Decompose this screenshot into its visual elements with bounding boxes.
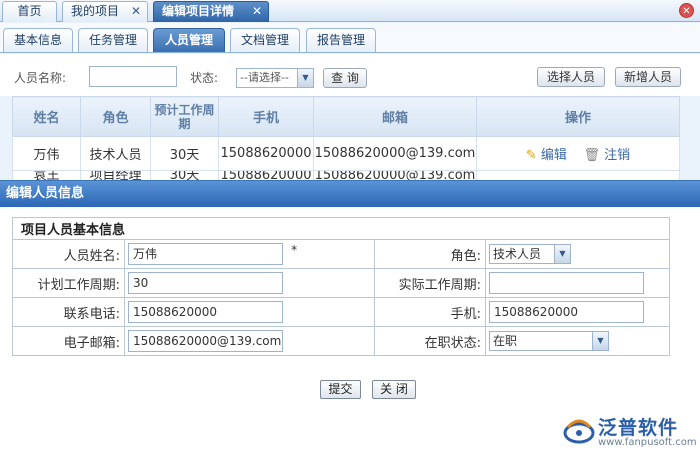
email-field-label: 电子邮箱: (12, 326, 125, 356)
edit-link[interactable]: 编辑 (541, 148, 567, 163)
actual-period-label: 实际工作周期: (374, 268, 486, 298)
person-form: 项目人员基本信息 人员姓名: 万伟 * 角色: 技术人员 ▼ 计划工作周期: 3… (12, 217, 670, 356)
name-field[interactable]: 万伟 (128, 243, 283, 265)
col-actions: 操作 (476, 96, 680, 137)
plan-period-field[interactable]: 30 (128, 272, 283, 294)
tab-edit-project-detail[interactable]: 编辑项目详情 ✕ (153, 1, 269, 22)
logo-text: 泛普软件 (598, 417, 679, 439)
chevron-down-icon: ▼ (554, 245, 570, 263)
logo-mark-icon (563, 419, 595, 444)
plan-period-label: 计划工作周期: (12, 268, 125, 298)
tab-home-label: 首页 (17, 4, 42, 18)
role-field-label: 角色: (374, 239, 486, 269)
tab-personnel-management[interactable]: 人员管理 (153, 28, 225, 52)
status-select[interactable]: --请选择-- ▼ (236, 68, 314, 88)
personnel-table: 姓名 角色 预计工作周期 手机 邮箱 操作 万伟 技术人员 30天 150886… (12, 96, 680, 182)
tab-task-management[interactable]: 任务管理 (78, 28, 148, 52)
chevron-down-icon: ▼ (592, 332, 608, 350)
close-button[interactable]: 关 闭 (372, 380, 416, 399)
logo-url: www.fanpusoft.com (598, 437, 697, 448)
col-email: 邮箱 (313, 96, 477, 137)
col-role: 角色 (80, 96, 151, 137)
actual-period-field[interactable] (489, 272, 644, 294)
name-search-input[interactable] (89, 66, 177, 87)
add-person-button[interactable]: 新增人员 (615, 67, 681, 87)
cell-phone: 15088620000 (218, 136, 314, 171)
tab-report-management[interactable]: 报告管理 (306, 28, 376, 52)
role-select[interactable]: 技术人员 ▼ (489, 244, 571, 264)
tab-my-projects-label: 我的项目 (71, 4, 120, 18)
cell-period: 30天 (150, 136, 219, 171)
query-button[interactable]: 查 询 (323, 68, 367, 88)
tab-home[interactable]: 首页 (2, 1, 57, 22)
mobile-field[interactable]: 15088620000 (489, 301, 644, 323)
cell-name: 万伟 (12, 136, 81, 171)
col-name: 姓名 (12, 96, 81, 137)
brand-logo: 泛普软件 www.fanpusoft.com (562, 411, 697, 451)
table-row: 万伟 技术人员 30天 15088620000 15088620000@139.… (12, 136, 680, 171)
cell-email: 15088620000@139.com (313, 136, 477, 171)
table-header-row: 姓名 角色 预计工作周期 手机 邮箱 操作 (12, 96, 680, 137)
tel-field[interactable]: 15088620000 (128, 301, 283, 323)
close-all-icon[interactable]: ✕ (679, 3, 694, 18)
dialog-title: 编辑人员信息 (0, 181, 700, 207)
sub-tab-bar: 基本信息 任务管理 人员管理 文档管理 报告管理 (0, 23, 700, 53)
cancel-link[interactable]: 注销 (604, 148, 630, 163)
tab-basic-info[interactable]: 基本信息 (3, 28, 73, 52)
top-tab-bar: 首页 我的项目 ✕ 编辑项目详情 ✕ ✕ (0, 0, 700, 22)
search-bar: 人员名称: 状态: --请选择-- ▼ 查 询 选择人员 新增人员 (0, 54, 700, 96)
section-title: 项目人员基本信息 (12, 217, 670, 240)
select-person-button[interactable]: 选择人员 (537, 67, 605, 87)
cell-role: 技术人员 (80, 136, 151, 171)
pencil-icon: ✎ (525, 148, 537, 163)
tel-field-label: 联系电话: (12, 297, 125, 327)
status-search-label: 状态: (190, 71, 219, 85)
tab-document-management[interactable]: 文档管理 (230, 28, 300, 52)
mobile-field-label: 手机: (374, 297, 486, 327)
employment-status-select[interactable]: 在职 ▼ (489, 331, 609, 351)
chevron-down-icon: ▼ (297, 69, 313, 87)
dialog-body: 项目人员基本信息 人员姓名: 万伟 * 角色: 技术人员 ▼ 计划工作周期: 3… (0, 207, 700, 458)
email-field[interactable]: 15088620000@139.com (128, 330, 283, 352)
role-select-value: 技术人员 (493, 247, 542, 261)
employment-status-value: 在职 (493, 334, 518, 348)
status-select-value: --请选择-- (240, 71, 289, 84)
name-field-label: 人员姓名: (12, 239, 125, 269)
required-mark: * (291, 243, 298, 257)
submit-button[interactable]: 提交 (320, 380, 361, 399)
close-icon[interactable]: ✕ (252, 2, 262, 21)
trash-icon: 🗑 (583, 148, 600, 163)
col-period: 预计工作周期 (150, 96, 219, 137)
tab-my-projects[interactable]: 我的项目 ✕ (62, 1, 148, 22)
name-search-label: 人员名称: (14, 71, 67, 85)
status-field-label: 在职状态: (374, 326, 486, 356)
cell-actions: ✎ 编辑 🗑 注销 (476, 136, 680, 171)
close-icon[interactable]: ✕ (131, 2, 141, 21)
tab-edit-project-detail-label: 编辑项目详情 (162, 4, 235, 18)
col-phone: 手机 (218, 96, 314, 137)
edit-person-dialog: 编辑人员信息 项目人员基本信息 人员姓名: 万伟 * 角色: 技术人员 ▼ 计划… (0, 180, 700, 458)
